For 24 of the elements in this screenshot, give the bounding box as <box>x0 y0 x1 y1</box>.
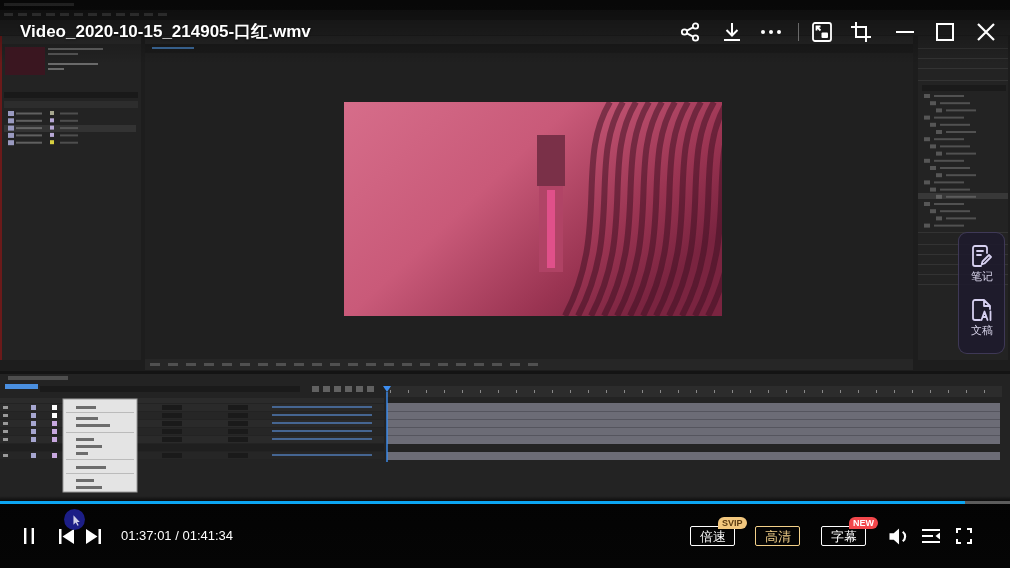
previous-icon[interactable] <box>59 528 74 544</box>
maximize-icon[interactable] <box>936 23 954 41</box>
corner-badge: NEW <box>849 517 878 529</box>
list-icon[interactable] <box>922 529 940 543</box>
fullscreen-icon[interactable] <box>956 528 972 544</box>
thumbnail-placeholder <box>5 47 45 75</box>
option-button[interactable]: 高清 <box>755 526 800 546</box>
document-icon <box>971 299 992 321</box>
playback-time: 01:37:01 / 01:41:34 <box>121 528 234 544</box>
more-icon[interactable] <box>761 30 781 34</box>
notes-button[interactable]: 笔记 <box>970 245 993 283</box>
volume-icon[interactable] <box>889 527 908 545</box>
picture-in-picture-icon[interactable] <box>812 22 832 42</box>
close-icon[interactable] <box>977 23 995 41</box>
video-title: Video_2020-10-15_214905-口红.wmv <box>20 21 311 43</box>
share-icon[interactable] <box>680 22 700 42</box>
next-icon[interactable] <box>86 528 101 544</box>
cursor-icon <box>64 509 85 530</box>
crop-icon[interactable] <box>851 22 871 42</box>
download-icon[interactable] <box>722 22 742 42</box>
corner-badge: SVIP <box>718 517 747 529</box>
note-icon <box>971 245 992 267</box>
pause-icon[interactable] <box>24 528 34 544</box>
transcript-button[interactable]: 文稿 <box>970 299 993 337</box>
